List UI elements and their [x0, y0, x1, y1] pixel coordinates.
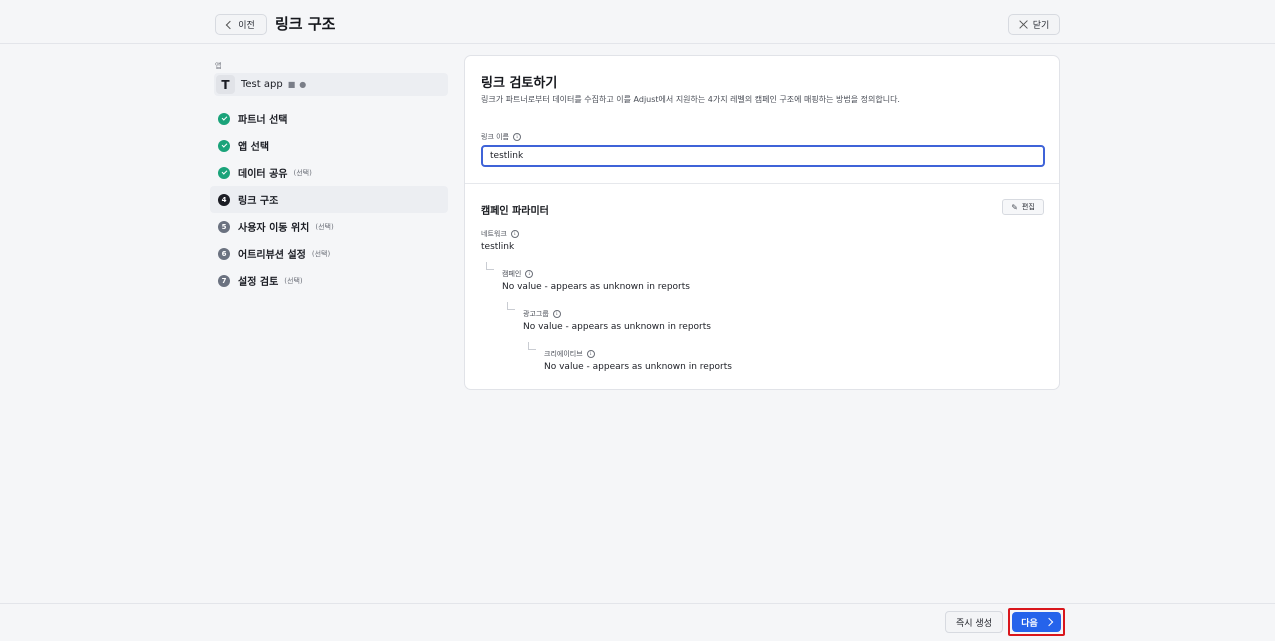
close-icon: [1019, 20, 1028, 29]
footer-bar: [0, 603, 1275, 641]
link-name-label-text: 링크 이름: [481, 133, 509, 141]
section-divider: [465, 183, 1059, 184]
tree-connector: [486, 262, 494, 270]
step-label: 앱 선택: [238, 142, 270, 153]
next-button-label: 다음: [1021, 618, 1038, 629]
apple-icon: ●: [299, 80, 307, 89]
step-label: 링크 구조: [238, 196, 279, 207]
android-icon: ■: [287, 80, 296, 89]
step-optional-tag: (선택): [311, 249, 331, 258]
step-review-settings[interactable]: 7 설정 검토 (선택): [210, 267, 448, 294]
tree-connector: [528, 342, 536, 350]
edit-button-label: 편집: [1021, 203, 1035, 211]
campaign-label: 캠페인 i: [502, 269, 534, 279]
next-button[interactable]: 다음: [1012, 612, 1061, 632]
campaign-label-text: 캠페인: [502, 270, 522, 278]
adgroup-label-text: 광고그룹: [523, 310, 549, 318]
step-partner[interactable]: 파트너 선택: [210, 105, 448, 132]
info-icon[interactable]: i: [525, 270, 534, 278]
link-name-input[interactable]: [481, 145, 1045, 167]
check-circle-icon: [218, 139, 230, 152]
app-name: Test app: [241, 79, 283, 90]
info-icon[interactable]: i: [586, 350, 595, 358]
info-icon[interactable]: i: [552, 310, 561, 318]
step-number-badge: 5: [218, 220, 230, 233]
creative-label-text: 크리에이티브: [544, 350, 583, 358]
network-label-text: 네트워크: [481, 230, 507, 238]
info-icon[interactable]: i: [513, 133, 521, 141]
step-label: 설정 검토: [238, 277, 279, 288]
info-icon[interactable]: i: [510, 230, 519, 238]
close-button[interactable]: 닫기: [1008, 14, 1060, 35]
card-description: 링크가 파트너로부터 데이터를 수집하고 이를 Adjust에서 지원하는 4가…: [481, 95, 900, 104]
step-label: 사용자 이동 위치: [238, 223, 310, 234]
top-bar: [0, 0, 1275, 44]
step-label: 파트너 선택: [238, 115, 288, 126]
check-circle-icon: [218, 166, 230, 179]
back-button[interactable]: 이전: [215, 14, 267, 35]
step-optional-tag: (선택): [315, 222, 334, 231]
step-list: 파트너 선택 앱 선택 데이터 공유 (선택) 4 링크 구조 5 사용자 이동…: [210, 105, 448, 294]
check-circle-icon: [218, 112, 230, 125]
adgroup-value: No value - appears as unknown in reports: [523, 322, 711, 332]
tree-connector: [507, 302, 515, 310]
link-review-card: 링크 검토하기 링크가 파트너로부터 데이터를 수집하고 이를 Adjust에서…: [464, 55, 1060, 390]
step-number-badge: 4: [218, 193, 230, 206]
step-label: 데이터 공유: [238, 169, 288, 180]
app-section-label: 앱: [215, 62, 222, 70]
chevron-left-icon: [225, 20, 235, 29]
card-title: 링크 검토하기: [481, 76, 558, 91]
step-data-sharing[interactable]: 데이터 공유 (선택): [210, 159, 448, 186]
step-number-badge: 7: [218, 274, 230, 287]
edit-icon: ✎: [1011, 202, 1018, 212]
chevron-right-icon: [1044, 617, 1054, 627]
step-link-structure[interactable]: 4 링크 구조: [210, 186, 448, 213]
selected-app: T Test app ■ ●: [214, 73, 448, 96]
adgroup-label: 광고그룹 i: [523, 309, 561, 319]
edit-button[interactable]: ✎ 편집: [1002, 199, 1044, 215]
back-button-label: 이전: [238, 21, 255, 31]
campaign-params-title: 캠페인 파라미터: [481, 206, 549, 217]
instant-create-button[interactable]: 즉시 생성: [945, 611, 1003, 633]
step-optional-tag: (선택): [293, 168, 312, 177]
creative-value: No value - appears as unknown in reports: [544, 362, 732, 372]
step-number-badge: 6: [218, 247, 230, 260]
step-app[interactable]: 앱 선택: [210, 132, 448, 159]
campaign-value: No value - appears as unknown in reports: [502, 282, 690, 292]
close-button-label: 닫기: [1032, 21, 1050, 31]
link-name-label: 링크 이름 i: [481, 132, 521, 142]
network-value: testlink: [481, 242, 515, 252]
step-attribution-settings[interactable]: 6 어트리뷰션 설정 (선택): [210, 240, 448, 267]
step-user-destination[interactable]: 5 사용자 이동 위치 (선택): [210, 213, 448, 240]
network-label: 네트워크 i: [481, 229, 519, 239]
creative-label: 크리에이티브 i: [544, 349, 595, 359]
step-optional-tag: (선택): [284, 276, 303, 285]
app-avatar: T: [216, 75, 235, 94]
page-title: 링크 구조: [275, 15, 336, 33]
step-label: 어트리뷰션 설정: [238, 250, 306, 261]
